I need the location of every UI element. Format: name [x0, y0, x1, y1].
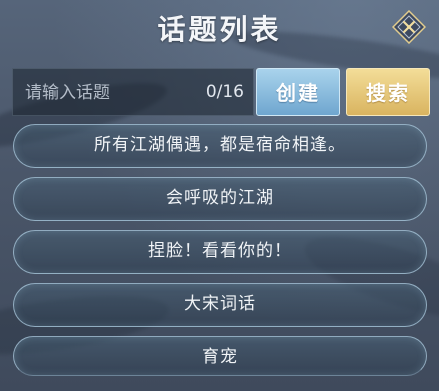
topic-label: 育宠	[202, 347, 238, 367]
topic-item[interactable]: 捏脸！看看你的！	[13, 230, 427, 274]
topic-label: 大宋词话	[184, 294, 256, 314]
character-count: 0/16	[205, 82, 244, 102]
topic-item[interactable]: 大宋词话	[13, 283, 427, 327]
topic-label: 所有江湖偶遇，都是宿命相逢。	[94, 135, 346, 155]
topic-list-panel: 话题列表 0/16 创建 搜索 所有江湖偶遇，都是宿命相逢。 会呼吸的江湖 捏脸…	[0, 0, 439, 391]
close-button[interactable]	[391, 9, 427, 45]
panel-title: 话题列表	[157, 13, 282, 46]
topic-item[interactable]: 所有江湖偶遇，都是宿命相逢。	[13, 124, 427, 168]
topic-search-bar: 0/16 创建 搜索	[12, 68, 430, 118]
create-button[interactable]: 创建	[256, 68, 340, 116]
topic-label: 捏脸！看看你的！	[148, 241, 292, 261]
topic-input[interactable]	[23, 69, 207, 117]
close-diamond-icon	[391, 9, 427, 45]
topic-label: 会呼吸的江湖	[166, 188, 274, 208]
search-button[interactable]: 搜索	[346, 68, 430, 116]
topic-input-box: 0/16	[12, 68, 254, 117]
topic-list: 所有江湖偶遇，都是宿命相逢。 会呼吸的江湖 捏脸！看看你的！ 大宋词话 育宠	[13, 124, 427, 385]
topic-item[interactable]: 会呼吸的江湖	[13, 177, 427, 221]
topic-item[interactable]: 育宠	[13, 336, 427, 376]
